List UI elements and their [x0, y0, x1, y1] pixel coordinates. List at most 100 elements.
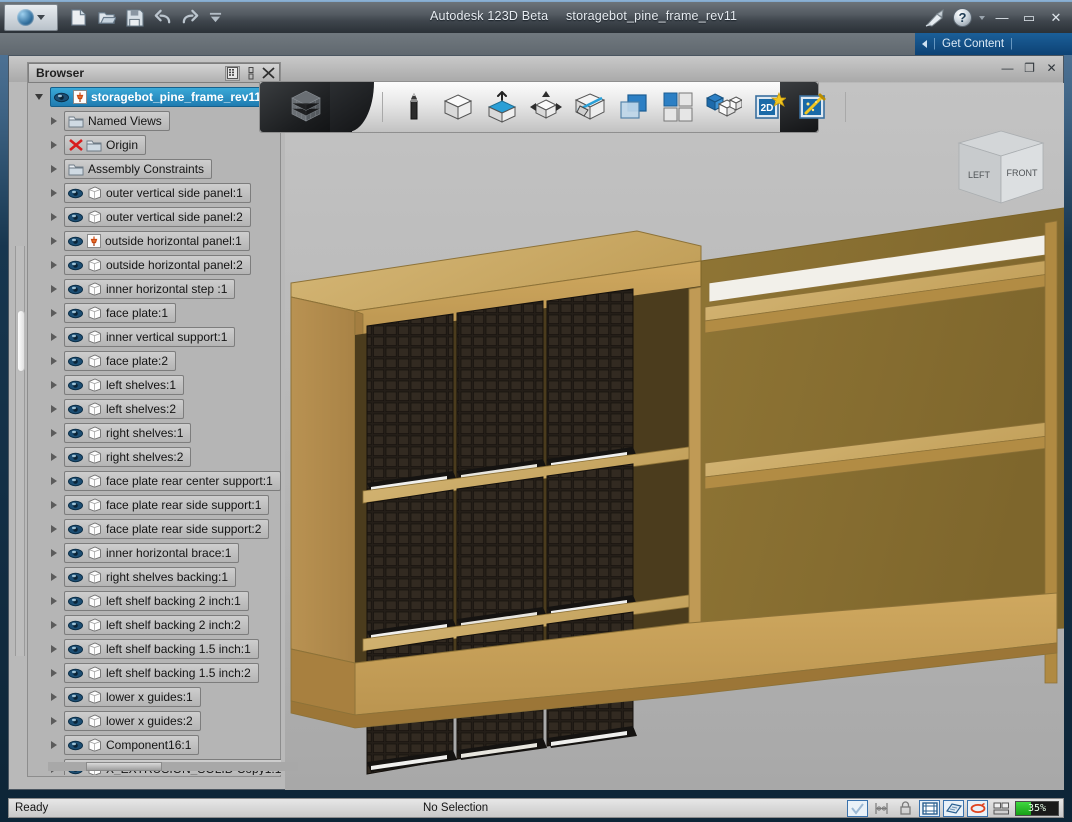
transform-tool[interactable] [529, 90, 563, 124]
visibility-eye-icon[interactable] [68, 692, 83, 703]
visibility-eye-icon[interactable] [68, 260, 83, 271]
visibility-eye-icon[interactable] [68, 548, 83, 559]
help-button[interactable]: ? [953, 8, 972, 27]
visibility-eye-icon[interactable] [68, 620, 83, 631]
tree-row[interactable]: inner horizontal step :1 [29, 277, 281, 301]
visibility-eye-icon[interactable] [68, 236, 83, 247]
tree-node[interactable]: inner horizontal brace:1 [64, 543, 240, 563]
tree-node[interactable]: outer vertical side panel:1 [64, 183, 251, 203]
document-restore-button[interactable]: ❐ [1022, 60, 1037, 75]
visibility-eye-icon[interactable] [68, 332, 83, 343]
expand-triangle-icon[interactable] [51, 573, 57, 581]
tree-row[interactable]: outer vertical side panel:1 [29, 181, 281, 205]
snap-toggle[interactable] [919, 799, 940, 817]
expand-triangle-icon[interactable] [51, 597, 57, 605]
expand-triangle-icon[interactable] [51, 357, 57, 365]
expand-triangle-icon[interactable] [51, 645, 57, 653]
visibility-eye-icon[interactable] [54, 92, 69, 103]
close-window-button[interactable]: ✕ [1046, 9, 1066, 27]
visibility-eye-icon[interactable] [68, 476, 83, 487]
tree-row[interactable]: right shelves:2 [29, 445, 281, 469]
browser-horizontal-scrollbar[interactable] [48, 762, 298, 771]
tree-node[interactable]: left shelf backing 1.5 inch:2 [64, 663, 259, 683]
visibility-eye-icon[interactable] [68, 596, 83, 607]
3d-viewport[interactable]: LEFT FRONT 0 12 3 in Arch 10 [285, 83, 1064, 790]
select-tool-toggle[interactable] [847, 799, 868, 817]
browser-filter-button[interactable] [225, 65, 240, 81]
tree-node-root[interactable]: storagebot_pine_frame_rev11 [50, 87, 270, 107]
tree-row[interactable]: right shelves:1 [29, 421, 281, 445]
modify-tool[interactable] [573, 90, 607, 124]
pattern-tool[interactable] [617, 90, 651, 124]
visibility-eye-icon[interactable] [68, 500, 83, 511]
app-menu-button[interactable] [4, 4, 58, 31]
browser-hscroll-thumb[interactable] [86, 762, 162, 771]
expand-triangle-icon[interactable] [51, 213, 57, 221]
tree-node[interactable]: Component16:1 [64, 735, 200, 755]
tree-row[interactable]: Assembly Constraints [29, 157, 281, 181]
tree-node[interactable]: left shelf backing 2 inch:1 [64, 591, 249, 611]
visibility-eye-icon[interactable] [68, 524, 83, 535]
tree-row[interactable]: left shelves:1 [29, 373, 281, 397]
tree-node[interactable]: Assembly Constraints [64, 159, 213, 179]
tree-row[interactable]: lower x guides:1 [29, 685, 281, 709]
document-vertical-scrollbar[interactable] [15, 246, 25, 656]
visibility-eye-icon[interactable] [68, 716, 83, 727]
collapse-arrow-icon[interactable] [922, 40, 927, 48]
tree-node[interactable]: inner horizontal step :1 [64, 279, 236, 299]
maximize-window-button[interactable]: ▭ [1019, 9, 1039, 27]
tree-node[interactable]: right shelves backing:1 [64, 567, 237, 587]
get-content-button[interactable]: | Get Content | [915, 33, 1072, 55]
tree-node[interactable]: outside horizontal panel:1 [64, 231, 250, 251]
tree-row[interactable]: face plate rear side support:2 [29, 517, 281, 541]
primitive-tool[interactable] [441, 90, 475, 124]
tree-row[interactable]: face plate rear side support:1 [29, 493, 281, 517]
expand-triangle-icon[interactable] [51, 309, 57, 317]
visibility-eye-icon[interactable] [68, 380, 83, 391]
tree-row[interactable]: left shelf backing 2 inch:2 [29, 613, 281, 637]
tree-row[interactable]: Component16:1 [29, 733, 281, 757]
expand-triangle-icon[interactable] [51, 693, 57, 701]
extrude-tool[interactable] [485, 90, 519, 124]
tree-row[interactable]: inner vertical support:1 [29, 325, 281, 349]
minimize-window-button[interactable]: — [992, 9, 1012, 27]
expand-triangle-icon[interactable] [51, 549, 57, 557]
expand-triangle-icon[interactable] [51, 717, 57, 725]
tree-node[interactable]: face plate:1 [64, 303, 177, 323]
lock-toggle[interactable] [895, 800, 916, 817]
visibility-eye-icon[interactable] [68, 188, 83, 199]
browser-close-button[interactable] [261, 66, 276, 81]
tree-node[interactable]: outside horizontal panel:2 [64, 255, 251, 275]
tree-node[interactable]: face plate rear side support:2 [64, 519, 270, 539]
tree-row[interactable]: lower x guides:2 [29, 709, 281, 733]
satellite-dish-icon[interactable] [924, 8, 946, 28]
tree-row[interactable]: right shelves backing:1 [29, 565, 281, 589]
visibility-eye-icon[interactable] [68, 668, 83, 679]
expand-triangle-icon[interactable] [51, 501, 57, 509]
expand-triangle-icon[interactable] [51, 165, 57, 173]
expand-triangle-icon[interactable] [51, 261, 57, 269]
tree-row-root[interactable]: storagebot_pine_frame_rev11 [29, 85, 281, 109]
tree-node[interactable]: inner vertical support:1 [64, 327, 236, 347]
measure-toggle[interactable] [871, 800, 892, 817]
save-document-button[interactable] [125, 8, 144, 27]
visibility-eye-icon[interactable] [68, 644, 83, 655]
visibility-eye-icon[interactable] [68, 308, 83, 319]
grid-tool[interactable] [661, 90, 695, 124]
new-document-button[interactable] [69, 8, 88, 27]
expand-triangle-icon[interactable] [51, 285, 57, 293]
tree-row[interactable]: outer vertical side panel:2 [29, 205, 281, 229]
expand-triangle-icon[interactable] [51, 669, 57, 677]
document-close-button[interactable]: ✕ [1044, 60, 1059, 75]
expand-triangle-icon[interactable] [51, 429, 57, 437]
open-document-button[interactable] [97, 8, 116, 27]
tree-node[interactable]: face plate rear center support:1 [64, 471, 281, 491]
tree-node[interactable]: left shelves:2 [64, 399, 185, 419]
visibility-eye-icon[interactable] [68, 428, 83, 439]
tree-node[interactable]: face plate:2 [64, 351, 177, 371]
expand-triangle-icon[interactable] [51, 741, 57, 749]
model-tree[interactable]: storagebot_pine_frame_rev11 Named Views … [29, 85, 281, 775]
tree-node[interactable]: right shelves:1 [64, 423, 192, 443]
expand-triangle-icon[interactable] [51, 477, 57, 485]
expand-triangle-icon[interactable] [35, 94, 43, 100]
